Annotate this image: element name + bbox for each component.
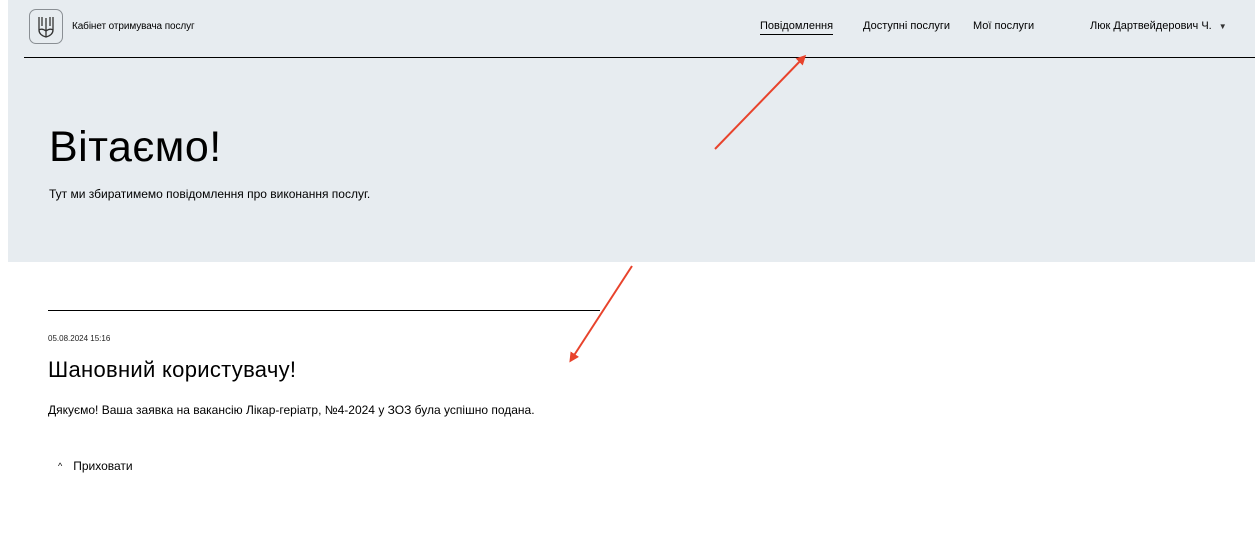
nav-notifications[interactable]: Повідомлення xyxy=(760,20,834,35)
page-subtitle: Тут ми збиратимемо повідомлення про вико… xyxy=(49,187,371,201)
hide-label: Приховати xyxy=(73,459,133,473)
user-menu[interactable]: Люк Дартвейдерович Ч. ▼ xyxy=(1090,20,1227,32)
chevron-up-icon: ^ xyxy=(58,461,63,471)
message-date: 05.08.2024 15:16 xyxy=(48,334,111,343)
nav-my-services[interactable]: Мої послуги xyxy=(973,20,1034,32)
logo-button[interactable] xyxy=(29,9,63,44)
nav-available-services[interactable]: Доступні послуги xyxy=(863,20,950,32)
header-divider xyxy=(24,57,1255,58)
page-title: Вітаємо! xyxy=(49,123,222,171)
trident-emblem-icon xyxy=(38,16,54,38)
message-title: Шановний користувачу! xyxy=(48,357,297,382)
hero-section: Кабінет отримувача послуг Повідомлення Д… xyxy=(8,0,1255,262)
annotation-arrow-message xyxy=(569,265,633,363)
app-title: Кабінет отримувача послуг xyxy=(72,21,195,32)
message-body: Дякуємо! Ваша заявка на вакансію Лікар-г… xyxy=(48,403,535,417)
user-name: Люк Дартвейдерович Ч. xyxy=(1090,20,1212,32)
message-divider xyxy=(48,310,600,311)
hide-message-button[interactable]: ^ Приховати xyxy=(58,459,133,473)
caret-down-icon: ▼ xyxy=(1218,21,1227,31)
top-header: Кабінет отримувача послуг Повідомлення Д… xyxy=(8,0,1255,58)
